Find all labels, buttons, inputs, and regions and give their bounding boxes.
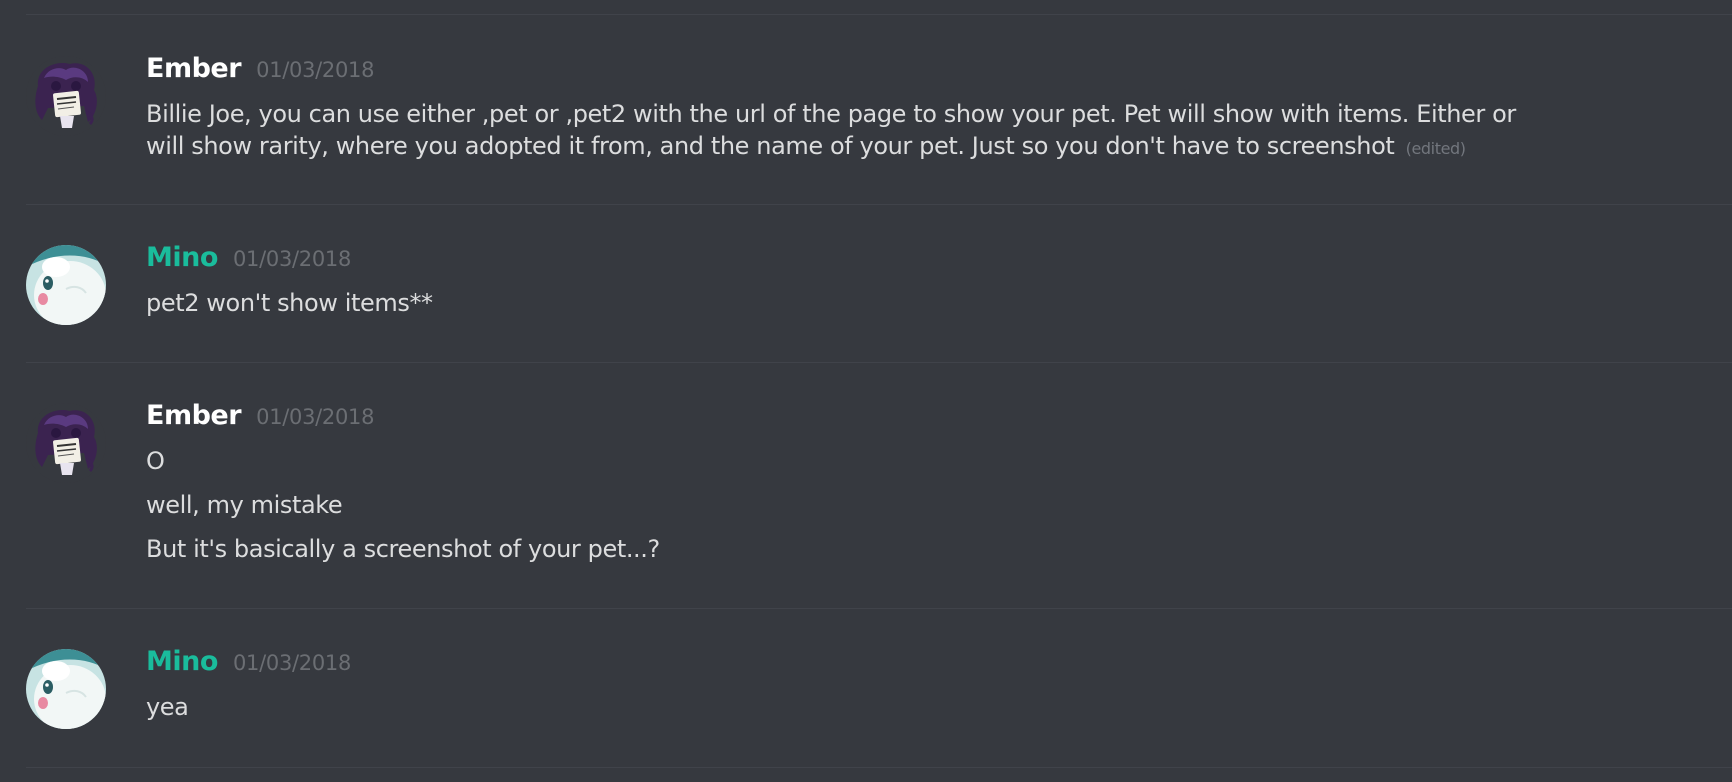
message-header: Ember 01/03/2018 bbox=[146, 400, 374, 436]
message-body: Billie Joe, you can use either ,pet or ,… bbox=[146, 98, 1672, 165]
username[interactable]: Mino bbox=[146, 646, 218, 677]
mino-avatar-icon[interactable] bbox=[26, 649, 106, 729]
message-divider bbox=[26, 608, 1732, 609]
message-divider bbox=[26, 767, 1732, 768]
message-divider bbox=[26, 362, 1732, 363]
message-header: Mino 01/03/2018 bbox=[146, 646, 351, 682]
message-line: But it's basically a screenshot of your … bbox=[146, 535, 660, 563]
username[interactable]: Ember bbox=[146, 53, 242, 84]
message-line: pet2 won't show items** bbox=[146, 289, 433, 317]
ember-avatar-icon[interactable] bbox=[26, 403, 106, 483]
message-text: will show rarity, where you adopted it f… bbox=[146, 132, 1395, 160]
message-line: well, my mistake bbox=[146, 491, 343, 519]
message-divider bbox=[26, 204, 1732, 205]
message-divider bbox=[26, 14, 1732, 15]
timestamp: 01/03/2018 bbox=[233, 247, 352, 271]
timestamp: 01/03/2018 bbox=[233, 651, 352, 675]
message-line: yea bbox=[146, 693, 189, 721]
message-body: O well, my mistake But it's basically a … bbox=[146, 445, 1672, 565]
message-line: will show rarity, where you adopted it f… bbox=[146, 130, 1672, 165]
message-body: pet2 won't show items** bbox=[146, 287, 1672, 319]
ember-avatar-icon[interactable] bbox=[26, 56, 106, 136]
message-line: O bbox=[146, 447, 165, 475]
username[interactable]: Mino bbox=[146, 242, 218, 273]
edited-label: (edited) bbox=[1405, 139, 1466, 158]
message-line: Billie Joe, you can use either ,pet or ,… bbox=[146, 100, 1516, 128]
message-header: Mino 01/03/2018 bbox=[146, 242, 351, 278]
timestamp: 01/03/2018 bbox=[256, 405, 375, 429]
message-header: Ember 01/03/2018 bbox=[146, 53, 374, 89]
mino-avatar-icon[interactable] bbox=[26, 245, 106, 325]
chat-messages: Ember 01/03/2018 Billie Joe, you can use… bbox=[0, 0, 1732, 782]
message-body: yea bbox=[146, 691, 1672, 723]
timestamp: 01/03/2018 bbox=[256, 58, 375, 82]
username[interactable]: Ember bbox=[146, 400, 242, 431]
